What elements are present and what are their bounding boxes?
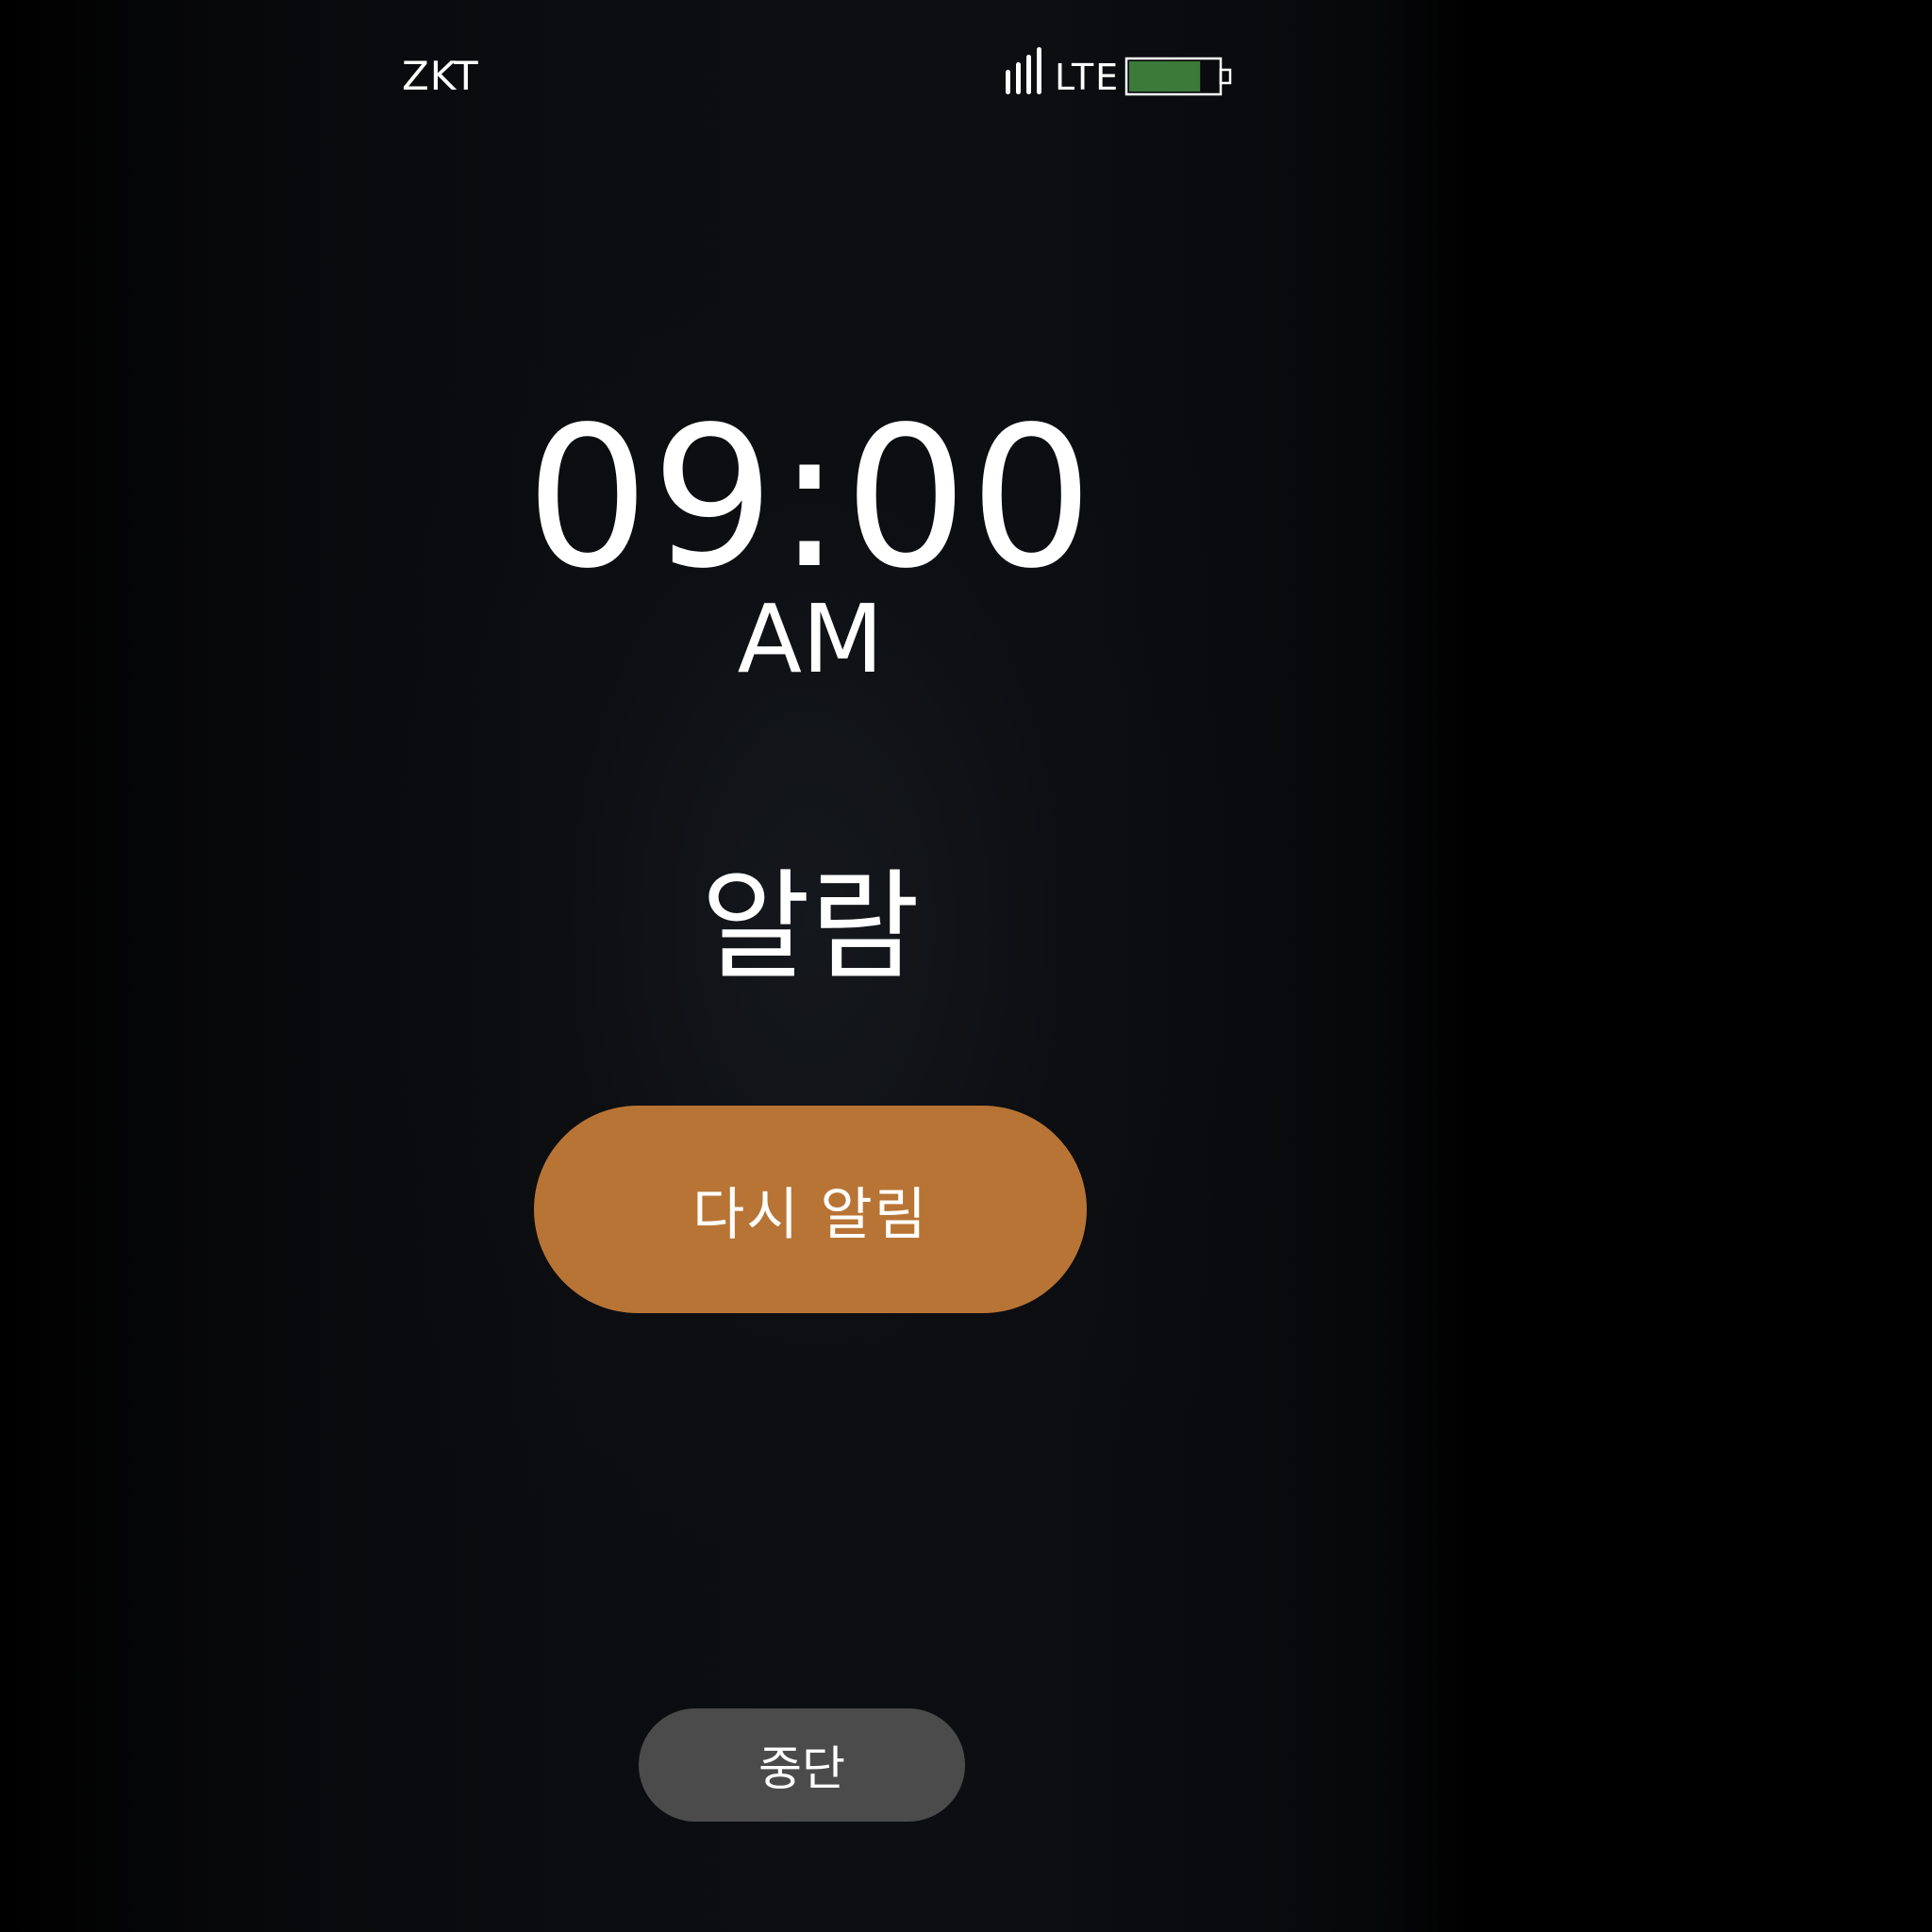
snooze-button[interactable]: 다시 알림 (534, 1106, 1087, 1313)
battery-level-fill (1129, 61, 1201, 92)
network-type: LTE (1055, 57, 1121, 98)
stop-button-label: 중단 (758, 1741, 845, 1796)
signal-bars-icon (1006, 47, 1041, 94)
alarm-period: AM (737, 584, 884, 694)
battery-icon (1124, 57, 1232, 96)
snooze-button-label: 다시 알림 (692, 1181, 928, 1248)
alarm-label: 알람 (701, 858, 920, 996)
alarm-time: 09:00 (525, 385, 1095, 611)
alarm-screen: ZKT LTE 09:00 AM 알람 다시 알림 중단 (0, 0, 1932, 1932)
status-bar: ZKT LTE (0, 0, 1479, 151)
carrier-name: ZKT (402, 53, 479, 99)
stop-button[interactable]: 중단 (639, 1708, 965, 1822)
